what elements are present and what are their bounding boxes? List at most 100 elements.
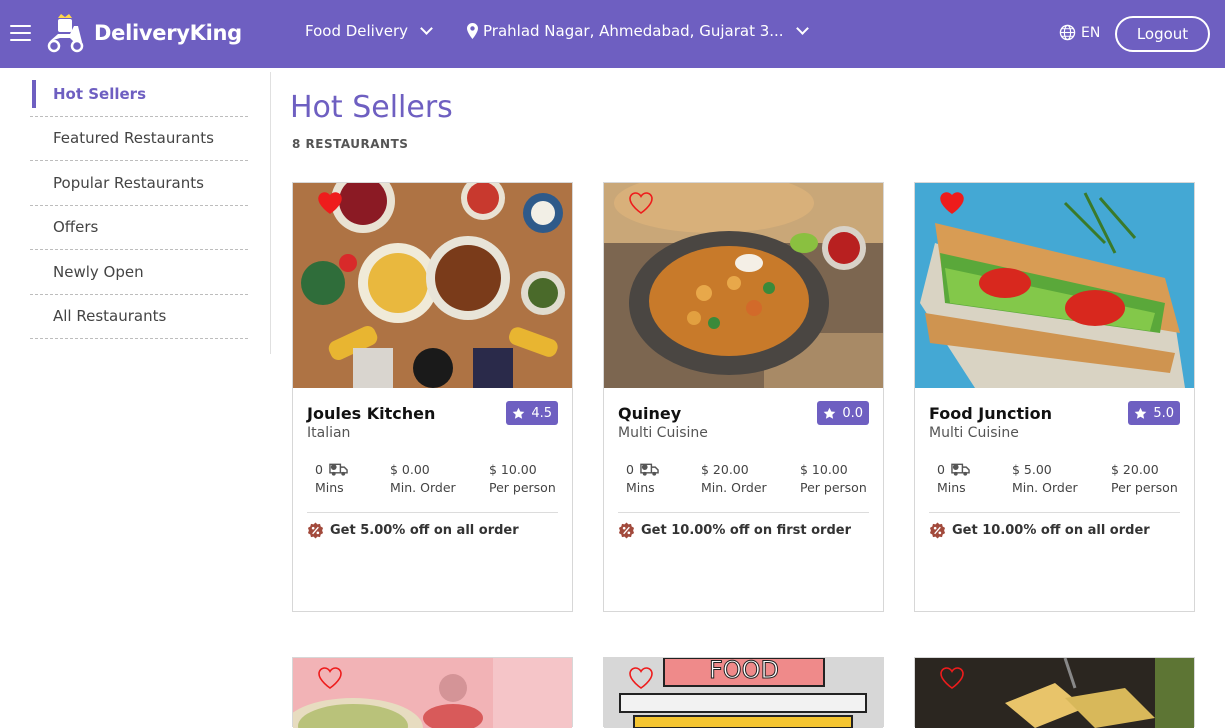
globe-icon (1059, 24, 1076, 41)
favorite-heart-icon[interactable] (939, 191, 965, 215)
delivery-truck-icon (329, 463, 348, 476)
discount-badge-icon (307, 522, 324, 539)
logout-button[interactable]: Logout (1115, 16, 1210, 52)
card-divider (618, 512, 869, 513)
restaurant-info: Food Junction Multi Cuisine 5.0 0 Mins $… (915, 388, 1194, 611)
offer-line: Get 5.00% off on all order (307, 522, 519, 539)
per-person-cost: $ 20.00 Per person (1111, 460, 1178, 496)
min-order-value: $ 5.00 (1012, 461, 1052, 477)
min-order-label: Min. Order (1012, 480, 1078, 495)
restaurant-card[interactable]: Quiney Multi Cuisine 0.0 0 Mins $ 20.00 … (603, 182, 884, 612)
delivery-time: 0 Mins (937, 460, 970, 495)
restaurant-card[interactable] (292, 657, 573, 728)
restaurant-image[interactable] (293, 183, 572, 388)
sidebar-divider (270, 72, 271, 354)
sidebar-item-all-restaurants[interactable]: All Restaurants (30, 295, 248, 339)
location-text: Prahlad Nagar, Ahmedabad, Gujarat 3... (483, 22, 784, 40)
rating-value: 5.0 (1153, 405, 1174, 421)
restaurant-count: 8 RESTAURANTS (292, 137, 409, 151)
star-icon (1134, 407, 1147, 419)
map-pin-icon (467, 23, 478, 39)
chevron-down-icon (420, 21, 433, 35)
favorite-heart-icon[interactable] (317, 191, 343, 215)
sidebar-item-newly-open[interactable]: Newly Open (30, 250, 248, 295)
offer-line: Get 10.00% off on all order (929, 522, 1150, 539)
rating-value: 0.0 (842, 405, 863, 421)
delivery-time-unit: Mins (626, 480, 655, 495)
delivery-truck-icon (951, 463, 970, 476)
restaurant-image[interactable] (604, 183, 883, 388)
per-person-label: Per person (489, 480, 556, 495)
restaurant-card[interactable]: FOOD (603, 657, 884, 728)
min-order-label: Min. Order (701, 480, 767, 495)
min-order: $ 5.00 Min. Order (1012, 460, 1078, 496)
scooter-logo-icon (47, 14, 84, 53)
per-person-value: $ 10.00 (800, 461, 848, 477)
rating-badge: 5.0 (1128, 401, 1180, 425)
rating-value: 4.5 (531, 405, 552, 421)
delivery-time-value: 0 (937, 461, 945, 477)
restaurant-name[interactable]: Quiney (618, 404, 681, 423)
restaurant-image[interactable]: FOOD (604, 658, 883, 728)
min-order-value: $ 0.00 (390, 461, 430, 477)
per-person-value: $ 20.00 (1111, 461, 1159, 477)
delivery-time: 0 Mins (626, 460, 659, 495)
min-order: $ 0.00 Min. Order (390, 460, 456, 496)
restaurant-name[interactable]: Joules Kitchen (307, 404, 435, 423)
restaurant-cuisine: Multi Cuisine (929, 425, 1019, 441)
sidebar-item-featured-restaurants[interactable]: Featured Restaurants (30, 117, 248, 161)
offer-text: Get 5.00% off on all order (330, 523, 519, 538)
food-sign-text: FOOD (709, 658, 779, 684)
per-person-cost: $ 10.00 Per person (800, 460, 867, 496)
min-order-label: Min. Order (390, 480, 456, 495)
chevron-down-icon (795, 21, 809, 35)
card-divider (929, 512, 1180, 513)
delivery-time: 0 Mins (315, 460, 348, 495)
card-divider (307, 512, 558, 513)
star-icon (823, 407, 836, 419)
language-selector[interactable]: EN (1059, 24, 1100, 41)
location-selector[interactable]: Prahlad Nagar, Ahmedabad, Gujarat 3... (467, 21, 809, 40)
discount-badge-icon (618, 522, 635, 539)
restaurant-card[interactable]: Joules Kitchen Italian 4.5 0 Mins $ 0.00… (292, 182, 573, 612)
delivery-time-value: 0 (315, 461, 323, 477)
restaurant-name[interactable]: Food Junction (929, 404, 1052, 423)
favorite-heart-outline-icon[interactable] (317, 666, 343, 690)
offer-text: Get 10.00% off on all order (952, 523, 1150, 538)
delivery-truck-icon (640, 463, 659, 476)
restaurant-image[interactable] (915, 658, 1194, 728)
min-order: $ 20.00 Min. Order (701, 460, 767, 496)
sidebar-item-hot-sellers[interactable]: Hot Sellers (30, 72, 248, 117)
restaurant-image[interactable] (915, 183, 1194, 388)
hamburger-menu-icon[interactable] (10, 25, 31, 43)
restaurant-info: Quiney Multi Cuisine 0.0 0 Mins $ 20.00 … (604, 388, 883, 611)
category-sidebar: Hot Sellers Featured Restaurants Popular… (30, 72, 248, 339)
favorite-heart-outline-icon[interactable] (628, 666, 654, 690)
brand-name: DeliveryKing (94, 21, 242, 45)
delivery-time-unit: Mins (315, 480, 344, 495)
service-dropdown[interactable]: Food Delivery (305, 21, 433, 40)
star-icon (512, 407, 525, 419)
offer-line: Get 10.00% off on first order (618, 522, 851, 539)
sidebar-item-popular-restaurants[interactable]: Popular Restaurants (30, 161, 248, 206)
restaurant-card[interactable]: Food Junction Multi Cuisine 5.0 0 Mins $… (914, 182, 1195, 612)
rating-badge: 4.5 (506, 401, 558, 425)
restaurant-card[interactable] (914, 657, 1195, 728)
per-person-value: $ 10.00 (489, 461, 537, 477)
top-navbar: DeliveryKing Food Delivery Prahlad Nagar… (0, 0, 1225, 68)
favorite-heart-outline-icon[interactable] (939, 666, 965, 690)
offer-text: Get 10.00% off on first order (641, 523, 851, 538)
restaurant-cuisine: Italian (307, 425, 351, 441)
per-person-label: Per person (800, 480, 867, 495)
restaurant-cuisine: Multi Cuisine (618, 425, 708, 441)
sidebar-item-offers[interactable]: Offers (30, 206, 248, 250)
per-person-cost: $ 10.00 Per person (489, 460, 556, 496)
brand-logo[interactable]: DeliveryKing (44, 12, 242, 54)
favorite-heart-outline-icon[interactable] (628, 191, 654, 215)
delivery-time-unit: Mins (937, 480, 966, 495)
rating-badge: 0.0 (817, 401, 869, 425)
page-title: Hot Sellers (290, 90, 453, 125)
service-label: Food Delivery (305, 22, 409, 40)
restaurant-info: Joules Kitchen Italian 4.5 0 Mins $ 0.00… (293, 388, 572, 611)
restaurant-image[interactable] (293, 658, 572, 728)
